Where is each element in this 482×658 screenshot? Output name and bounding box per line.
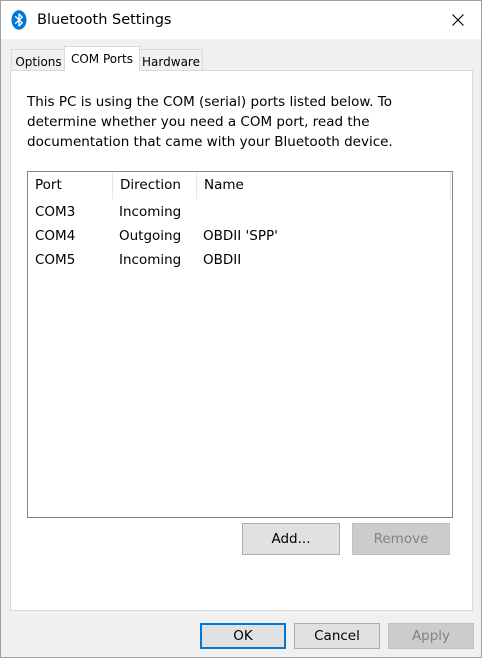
tab-label: Options [15, 55, 62, 69]
tab-hardware[interactable]: Hardware [139, 49, 203, 71]
cancel-button[interactable]: Cancel [294, 623, 380, 649]
list-item[interactable]: COM3 Incoming [28, 200, 452, 224]
bluetooth-settings-window: Bluetooth Settings Options COM Ports Har… [0, 0, 482, 658]
com-ports-description: This PC is using the COM (serial) ports … [27, 94, 393, 150]
close-button[interactable] [435, 1, 481, 39]
column-header-port[interactable]: Port [28, 172, 113, 199]
ok-button[interactable]: OK [200, 623, 286, 649]
close-icon [452, 11, 464, 30]
add-port-button[interactable]: Add... [242, 523, 340, 555]
direction-cell: Outgoing [119, 228, 182, 244]
list-item[interactable]: COM4 Outgoing OBDII 'SPP' [28, 224, 452, 248]
port-cell: COM3 [35, 204, 76, 220]
remove-port-button[interactable]: Remove [352, 523, 450, 555]
tab-com-ports[interactable]: COM Ports [64, 46, 140, 71]
name-cell: OBDII [203, 252, 242, 268]
list-item[interactable]: COM5 Incoming OBDII [28, 248, 452, 272]
bluetooth-icon [11, 10, 27, 30]
apply-button[interactable]: Apply [388, 623, 474, 649]
name-cell: OBDII 'SPP' [203, 228, 278, 244]
direction-cell: Incoming [119, 252, 182, 268]
com-ports-panel: This PC is using the COM (serial) ports … [10, 70, 473, 611]
column-header-name[interactable]: Name [197, 172, 451, 199]
com-ports-list[interactable]: Port Direction Name COM3 Incoming COM4 O… [27, 171, 453, 518]
direction-cell: Incoming [119, 204, 182, 220]
tab-label: COM Ports [70, 52, 134, 66]
port-cell: COM4 [35, 228, 76, 244]
column-header-direction[interactable]: Direction [113, 172, 197, 199]
tab-options[interactable]: Options [11, 49, 66, 71]
title-bar: Bluetooth Settings [1, 1, 481, 39]
list-header: Port Direction Name [28, 172, 452, 199]
port-cell: COM5 [35, 252, 76, 268]
tab-label: Hardware [142, 55, 200, 69]
window-title: Bluetooth Settings [37, 12, 172, 28]
